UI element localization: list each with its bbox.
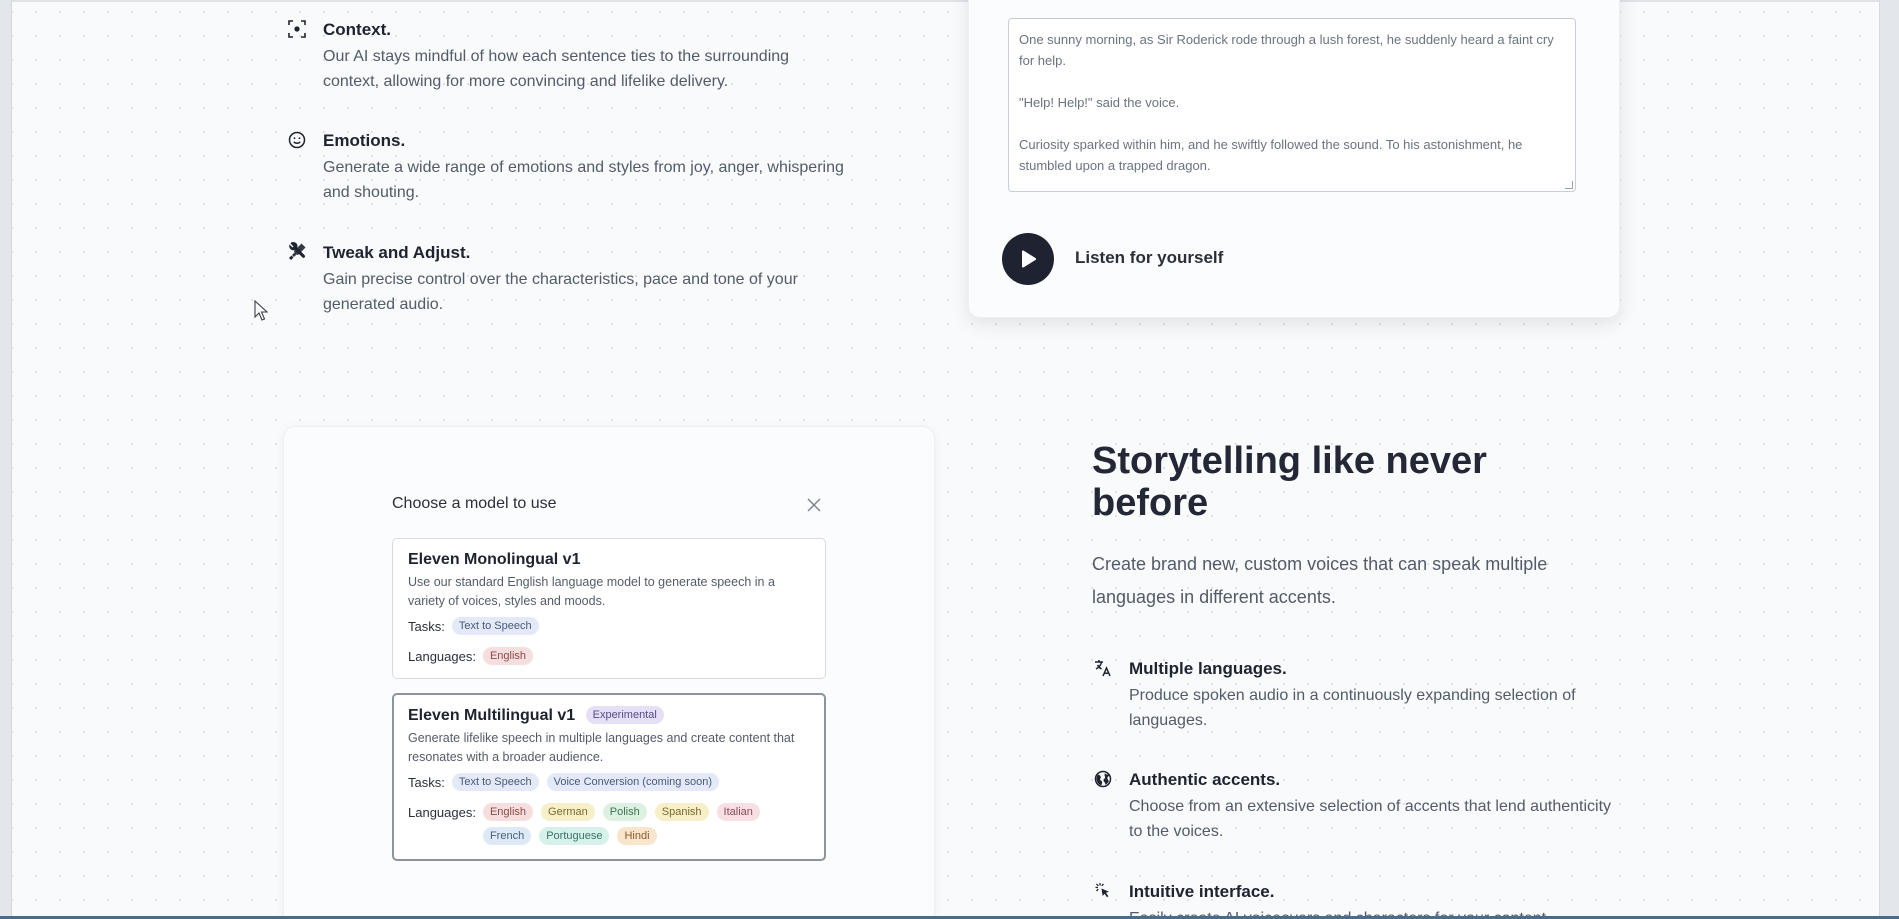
pointer-click-icon bbox=[1093, 881, 1113, 901]
language-chip: French bbox=[482, 827, 532, 845]
feature-multiple-languages: Multiple languages. Produce spoken audio… bbox=[1093, 657, 1613, 733]
story-sample-card: One sunny morning, as Sir Roderick rode … bbox=[968, 0, 1620, 318]
feature-authentic-accents: Authentic accents. Choose from an extens… bbox=[1093, 768, 1613, 844]
story-textarea[interactable]: One sunny morning, as Sir Roderick rode … bbox=[1008, 18, 1576, 192]
feature-title: Emotions. bbox=[323, 131, 406, 150]
story-paragraph: Curiosity sparked within him, and he swi… bbox=[1019, 137, 1523, 173]
language-chip: Portuguese bbox=[539, 827, 610, 845]
feature-title: Authentic accents. bbox=[1129, 770, 1281, 789]
tasks-row: Tasks: Text to Speech Voice Conversion (… bbox=[408, 773, 810, 793]
experimental-badge: Experimental bbox=[585, 706, 664, 724]
smiley-icon bbox=[287, 130, 307, 150]
feature-context: Context. Our AI stays mindful of how eac… bbox=[287, 18, 847, 94]
task-chip: Text to Speech bbox=[451, 773, 539, 791]
model-card-monolingual[interactable]: Eleven Monolingual v1 Use our standard E… bbox=[392, 538, 826, 679]
language-chip: Italian bbox=[716, 803, 760, 821]
feature-desc: Generate a wide range of emotions and st… bbox=[323, 159, 844, 201]
languages-label: Languages: bbox=[408, 649, 476, 664]
tasks-row: Tasks: Text to Speech bbox=[408, 617, 810, 637]
language-chip: German bbox=[541, 803, 595, 821]
listen-label[interactable]: Listen for yourself bbox=[1075, 248, 1223, 268]
feature-emotions: Emotions. Generate a wide range of emoti… bbox=[287, 129, 847, 205]
play-button[interactable] bbox=[1002, 233, 1054, 285]
languages-row: Languages: English German Polish Spanish… bbox=[408, 803, 810, 845]
model-chooser-panel: Choose a model to use Eleven Monolingual… bbox=[283, 426, 935, 919]
feature-title: Multiple languages. bbox=[1129, 659, 1287, 678]
story-paragraph: One sunny morning, as Sir Roderick rode … bbox=[1019, 32, 1554, 68]
languages-row: Languages: English bbox=[408, 647, 810, 667]
languages-label: Languages: bbox=[408, 805, 476, 820]
play-icon bbox=[1022, 250, 1037, 268]
model-name: Eleven Monolingual v1 bbox=[408, 551, 581, 568]
tools-icon bbox=[287, 242, 307, 262]
mouse-cursor-icon bbox=[254, 300, 268, 321]
model-desc: Use our standard English language model … bbox=[408, 575, 775, 608]
language-chip: English bbox=[482, 647, 534, 665]
feature-desc: Our AI stays mindful of how each sentenc… bbox=[323, 48, 790, 90]
feature-title: Context. bbox=[323, 20, 391, 39]
close-button[interactable] bbox=[804, 495, 824, 515]
feature-desc: Choose from an extensive selection of ac… bbox=[1129, 798, 1612, 840]
globe-icon bbox=[1093, 769, 1113, 789]
model-name: Eleven Multilingual v1 bbox=[408, 707, 576, 724]
feature-title: Intuitive interface. bbox=[1129, 882, 1275, 901]
section-subtitle: Create brand new, custom voices that can… bbox=[1092, 554, 1548, 607]
tasks-label: Tasks: bbox=[408, 775, 445, 790]
feature-intuitive-interface: Intuitive interface. Easily create AI vo… bbox=[1093, 880, 1613, 919]
section-title: Storytelling like never before bbox=[1092, 440, 1487, 524]
model-card-multilingual[interactable]: Eleven Multilingual v1 Experimental Gene… bbox=[392, 693, 826, 861]
language-chip: English bbox=[482, 803, 534, 821]
focus-icon bbox=[287, 19, 307, 39]
textarea-resize-handle[interactable] bbox=[1565, 181, 1573, 189]
feature-desc: Produce spoken audio in a continuously e… bbox=[1129, 687, 1576, 729]
language-chip: Polish bbox=[602, 803, 647, 821]
close-icon bbox=[807, 498, 821, 512]
task-chip: Text to Speech bbox=[451, 617, 539, 635]
story-paragraph: "Help! Help!" said the voice. bbox=[1019, 95, 1180, 110]
model-desc: Generate lifelike speech in multiple lan… bbox=[408, 731, 795, 764]
dialog-title: Choose a model to use bbox=[392, 495, 557, 512]
feature-desc: Gain precise control over the characteri… bbox=[323, 271, 798, 313]
translate-icon bbox=[1093, 658, 1113, 678]
language-chip: Spanish bbox=[654, 803, 709, 821]
right-scrollbar[interactable] bbox=[1879, 0, 1899, 919]
left-window-edge bbox=[0, 0, 12, 919]
tasks-label: Tasks: bbox=[408, 619, 445, 634]
feature-tweak: Tweak and Adjust. Gain precise control o… bbox=[287, 241, 847, 317]
task-chip: Voice Conversion (coming soon) bbox=[546, 773, 719, 791]
language-chip: Hindi bbox=[617, 827, 657, 845]
feature-title: Tweak and Adjust. bbox=[323, 243, 471, 262]
